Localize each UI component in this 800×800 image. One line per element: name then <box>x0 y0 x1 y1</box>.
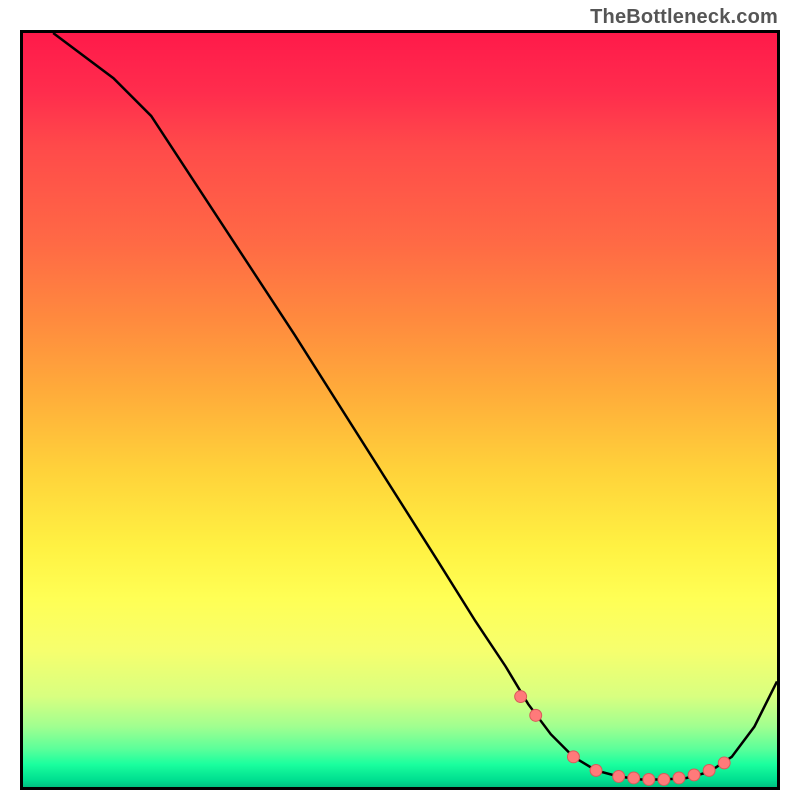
marker-dot <box>718 757 730 769</box>
plot-area <box>20 30 780 790</box>
marker-dot <box>515 691 527 703</box>
marker-dot <box>628 772 640 784</box>
marker-dot <box>703 764 715 776</box>
chart-container: TheBottleneck.com <box>0 0 800 800</box>
marker-dot <box>613 771 625 783</box>
marker-dot <box>530 709 542 721</box>
marker-dot <box>567 751 579 763</box>
marker-dot <box>590 764 602 776</box>
curve-svg <box>23 33 777 787</box>
marker-dot <box>643 774 655 786</box>
marker-dot <box>673 772 685 784</box>
marker-dot <box>688 769 700 781</box>
highlighted-dots <box>515 691 730 786</box>
bottleneck-curve <box>53 33 777 779</box>
watermark-label: TheBottleneck.com <box>590 6 778 29</box>
marker-dot <box>658 774 670 786</box>
